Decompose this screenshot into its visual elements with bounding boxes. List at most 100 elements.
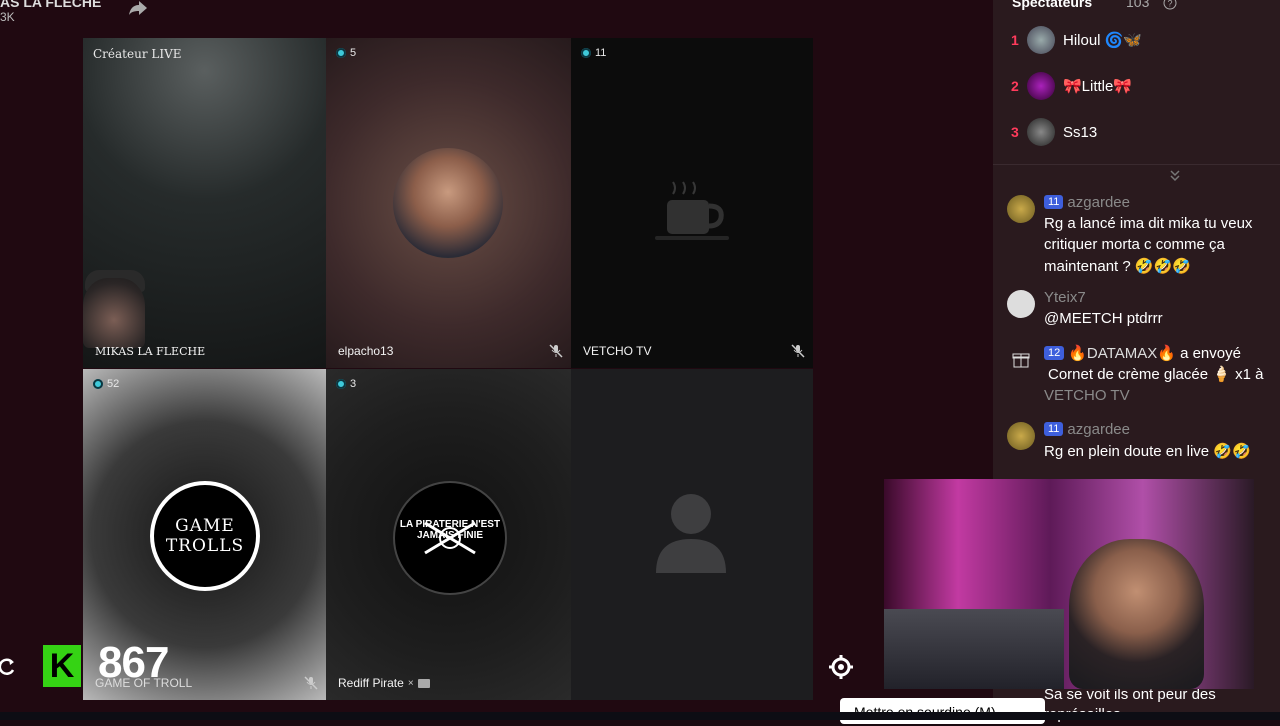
- level-badge: 12: [1044, 346, 1065, 360]
- webcam-chair: [884, 609, 1064, 689]
- level-badge: 11: [1044, 195, 1064, 209]
- avatar: [1027, 72, 1055, 100]
- logo-text: GAME: [175, 516, 235, 536]
- participant-grid: Créateur LIVE MIKAS LA FLECHE 5 elpacho1…: [83, 38, 813, 700]
- logo-text: LA PIRATERIE N'EST JAMAIS FINIE: [399, 519, 501, 541]
- viewer-count: 5: [350, 47, 357, 59]
- avatar: [1007, 195, 1035, 223]
- logo-text: TROLLS: [165, 536, 245, 556]
- kick-logo: K: [43, 645, 81, 687]
- creator-live-label: Créateur LIVE: [93, 47, 182, 61]
- gift-action: a envoyé: [1180, 345, 1241, 362]
- chat-text: maintenant ? 🤣🤣🤣: [1044, 258, 1191, 275]
- participant-name-text: VETCHO TV: [583, 344, 652, 358]
- avatar: [1007, 290, 1035, 318]
- chat-text: @MEETCH ptdrrr: [1044, 310, 1163, 327]
- participant-tile-empty[interactable]: [571, 369, 813, 700]
- spectator-name: 🎀Little🎀: [1063, 78, 1133, 95]
- participant-name: VETCHO TV: [583, 344, 651, 358]
- level-badge: 11: [1044, 422, 1064, 436]
- host-followers: 3K: [0, 10, 15, 24]
- avatar: [1007, 422, 1035, 450]
- creator-badge: Créateur LIVE: [93, 47, 182, 61]
- viewer-dot-icon: [581, 48, 591, 58]
- spectator-rank: 1: [1011, 32, 1019, 48]
- chat-header: 11 azgardee: [1044, 421, 1130, 438]
- mic-muted-icon: [549, 344, 563, 358]
- spectator-row[interactable]: 3 Ss13: [1011, 117, 1097, 147]
- chat-text: Cornet de crème glacée 🍦 x1 à: [1048, 366, 1264, 383]
- spectators-title: Spectateurs: [1012, 0, 1093, 10]
- participant-tile-host[interactable]: Créateur LIVE MIKAS LA FLECHE: [83, 38, 326, 368]
- gear-icon[interactable]: [828, 654, 854, 680]
- avatar: [1027, 118, 1055, 146]
- spectator-row[interactable]: 2 🎀Little🎀: [1011, 71, 1132, 101]
- viewer-dot-icon: [336, 48, 346, 58]
- chat-text: Rg en plein doute en live 🤣🤣: [1044, 443, 1251, 460]
- viewer-count: 52: [107, 378, 120, 390]
- game-of-trolls-logo: GAME TROLLS: [150, 481, 260, 591]
- live-battle-pane: AS LA FLECHE 3K Créateur LIVE MIKAS LA F…: [0, 0, 993, 720]
- user-placeholder-icon: [656, 494, 726, 573]
- monitor-icon: [417, 678, 430, 688]
- chat-message: 11 azgardee Rg en plein doute en live 🤣🤣: [1007, 421, 1280, 462]
- viewer-count: 3: [350, 378, 357, 390]
- chat-username[interactable]: azgardee: [1067, 194, 1130, 211]
- streamer-webcam: [884, 479, 1254, 689]
- spectators-count: 103: [1126, 0, 1150, 10]
- share-icon[interactable]: [128, 0, 148, 16]
- gift-message: 12 🔥DATAMAX🔥 a envoyé Cornet de crème gla…: [1007, 345, 1280, 407]
- divider: [993, 164, 1280, 165]
- pirate-logo: LA PIRATERIE N'EST JAMAIS FINIE: [393, 481, 507, 595]
- gift-icon: [1012, 353, 1030, 368]
- participant-name-text: Rediff Pirate: [338, 676, 404, 690]
- chat-text: Rg a lancé ima dit mika tu veux: [1044, 215, 1253, 232]
- mic-muted-icon: [791, 344, 805, 358]
- refresh-icon[interactable]: [0, 656, 16, 676]
- viewer-badge: 5: [336, 47, 356, 59]
- chat-message: 11 azgardee Rg a lancé ima dit mika tu ve…: [1007, 194, 1280, 275]
- screen-share-icon: ×: [407, 677, 414, 689]
- chat-username[interactable]: azgardee: [1067, 421, 1130, 438]
- chat-username[interactable]: 🔥DATAMAX🔥: [1068, 345, 1176, 362]
- chat-header: 11 azgardee: [1044, 194, 1130, 211]
- bottom-bar: [0, 712, 1280, 720]
- viewer-count: 11: [595, 47, 607, 59]
- host-name[interactable]: AS LA FLECHE: [0, 0, 101, 10]
- participant-name: Rediff Pirate ×: [338, 676, 430, 690]
- chat-username[interactable]: Yteix7: [1044, 289, 1086, 306]
- participant-name: elpacho13: [338, 344, 393, 358]
- spectator-rank: 3: [1011, 124, 1019, 140]
- spectator-name: Hiloul 🌀🦋: [1063, 32, 1143, 49]
- viewer-badge: 3: [336, 378, 356, 390]
- coffee-cup-icon: [655, 181, 729, 240]
- spectator-name: Ss13: [1063, 123, 1098, 141]
- svg-text:?: ?: [1168, 0, 1173, 9]
- avatar: [1027, 26, 1055, 54]
- chat-message: Sa se voit ils ont peur des représailles: [1007, 686, 1280, 726]
- participant-name: MIKAS LA FLECHE: [95, 345, 205, 358]
- kick-viewer-count: 867: [98, 638, 169, 687]
- participant-tile-rediff-pirate[interactable]: 3 LA PIRATERIE N'EST JAMAIS FINIE Rediff…: [326, 369, 571, 700]
- host-video: [83, 278, 145, 348]
- mic-muted-icon: [304, 676, 318, 690]
- viewer-dot-icon: [93, 379, 103, 389]
- chat-header: 12 🔥DATAMAX🔥 a envoyé: [1044, 344, 1241, 362]
- mute-tooltip: Mettre en sourdine (M): [840, 698, 1045, 724]
- chevron-down-icon[interactable]: [1168, 168, 1182, 182]
- participant-name-text: elpacho13: [338, 344, 394, 358]
- chat-message: Yteix7 @MEETCH ptdrrr: [1007, 289, 1280, 330]
- chat-text: VETCHO TV: [1044, 387, 1130, 404]
- webcam-person: [1069, 539, 1204, 689]
- participant-tile-vetcho[interactable]: 11 VETCHO TV: [571, 38, 813, 368]
- viewer-badge: 11: [581, 47, 606, 59]
- participant-tile-elpacho13[interactable]: 5 elpacho13: [326, 38, 571, 368]
- viewer-dot-icon: [336, 379, 346, 389]
- chat-text: critiquer morta c comme ça: [1044, 236, 1225, 253]
- avatar: [393, 148, 503, 258]
- spectator-rank: 2: [1011, 78, 1019, 94]
- help-icon[interactable]: ?: [1163, 0, 1177, 10]
- spectator-row[interactable]: 1 Hiloul 🌀🦋: [1011, 25, 1142, 55]
- viewer-badge: 52: [93, 378, 119, 390]
- participant-name-text: MIKAS LA FLECHE: [95, 345, 206, 358]
